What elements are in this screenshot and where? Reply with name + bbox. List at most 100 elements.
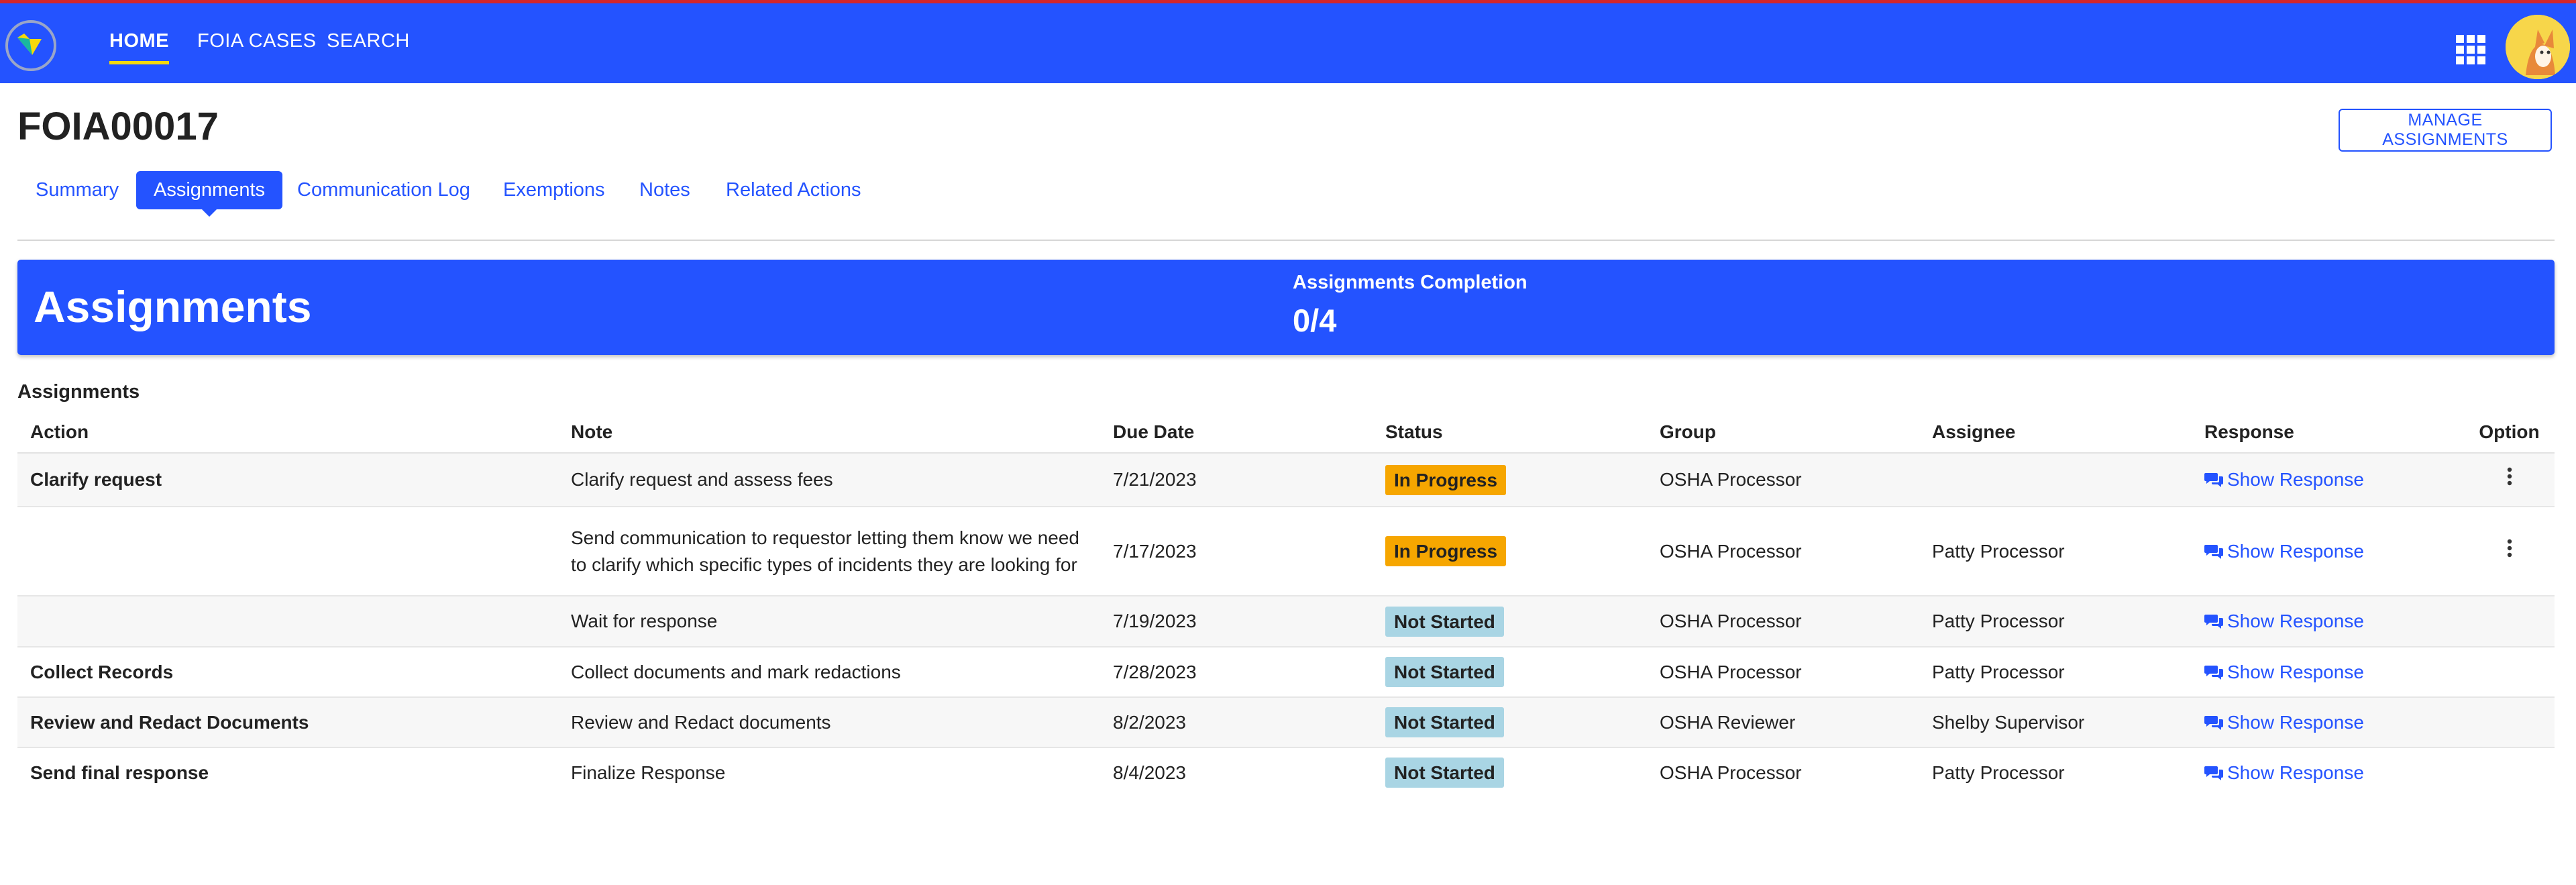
tabs-divider <box>17 240 2555 241</box>
comments-icon <box>2204 615 2223 629</box>
completion-label: Assignments Completion <box>1293 272 1527 293</box>
status-badge: Not Started <box>1385 657 1504 687</box>
tab-notes[interactable]: Notes <box>639 171 690 209</box>
app-logo-icon[interactable] <box>4 19 58 72</box>
show-response-link[interactable]: Show Response <box>2204 662 2364 682</box>
tab-assignments[interactable]: Assignments <box>136 171 283 217</box>
due-date-cell: 7/19/2023 <box>1100 596 1373 647</box>
show-response-label: Show Response <box>2227 540 2364 562</box>
completion-value: 0/4 <box>1293 303 1337 338</box>
tab-notes-label: Notes <box>639 179 690 201</box>
assignments-section-label: Assignments <box>17 381 140 403</box>
assignee-cell: Patty Processor <box>1919 596 2192 647</box>
note-cell: Finalize Response <box>571 762 726 783</box>
due-date-cell: 7/28/2023 <box>1100 647 1373 698</box>
note-cell: Wait for response <box>558 596 1100 647</box>
option-cell <box>2464 453 2555 507</box>
manage-assignments-button[interactable]: MANAGE ASSIGNMENTS <box>2339 109 2552 152</box>
table-row: Send final response Finalize Response 8/… <box>17 747 2555 797</box>
status-badge: Not Started <box>1385 707 1504 737</box>
nav-active-underline <box>109 61 169 64</box>
group-cell: OSHA Processor <box>1647 453 1919 507</box>
column-header: Due Date <box>1100 412 1373 454</box>
status-badge: Not Started <box>1385 606 1504 637</box>
tab-summary-label: Summary <box>36 179 119 201</box>
table-row: Send communication to requestor letting … <box>17 507 2555 596</box>
response-cell: Show Response <box>2192 596 2464 647</box>
action-cell: Review and Redact Documents <box>17 697 558 748</box>
table-row: Collect Records Collect documents and ma… <box>17 647 2555 698</box>
due-date-cell: 7/17/2023 <box>1100 507 1373 596</box>
show-response-link[interactable]: Show Response <box>2204 762 2364 783</box>
group-cell: OSHA Processor <box>1660 762 1802 783</box>
show-response-link[interactable]: Show Response <box>2204 611 2364 631</box>
status-cell: Not Started <box>1373 747 1647 797</box>
column-header: Action <box>17 412 558 454</box>
tab-exemptions[interactable]: Exemptions <box>503 171 605 209</box>
due-date-cell: 8/2/2023 <box>1100 697 1373 748</box>
tab-related-actions[interactable]: Related Actions <box>726 171 861 209</box>
option-cell <box>2464 596 2555 647</box>
nav-foia-cases-label: FOIA CASES <box>197 30 317 52</box>
table-header-row: Action Note Due Date Status Group Assign… <box>17 412 2555 454</box>
group-cell: OSHA Processor <box>1647 596 1919 647</box>
show-response-link[interactable]: Show Response <box>2204 712 2364 733</box>
comments-icon <box>2204 473 2223 487</box>
tab-summary[interactable]: Summary <box>36 171 119 209</box>
assignments-table: Action Note Due Date Status Group Assign… <box>17 412 2555 797</box>
column-header: Response <box>2192 412 2464 454</box>
action-cell: Clarify request <box>17 453 558 507</box>
table-row: Clarify request Clarify request and asse… <box>17 453 2555 507</box>
tab-communication-log[interactable]: Communication Log <box>297 171 470 209</box>
action-cell: Send final response <box>30 762 209 783</box>
due-date-cell: 7/21/2023 <box>1100 453 1373 507</box>
status-cell: Not Started <box>1373 647 1647 698</box>
nav-search[interactable]: SEARCH <box>327 30 410 52</box>
response-cell: Show Response <box>2192 747 2464 797</box>
show-response-label: Show Response <box>2227 762 2364 783</box>
nav-foia-cases[interactable]: FOIA CASES <box>197 30 316 52</box>
assignee-cell <box>1919 453 2192 507</box>
assignee-cell: Patty Processor <box>1932 762 2065 783</box>
note-cell: Review and Redact documents <box>558 697 1100 748</box>
show-response-label: Show Response <box>2227 661 2364 682</box>
show-response-link[interactable]: Show Response <box>2204 469 2364 490</box>
user-avatar[interactable] <box>2506 15 2570 79</box>
status-cell: Not Started <box>1373 596 1647 647</box>
active-tab-caret <box>202 209 217 217</box>
column-header: Note <box>558 412 1100 454</box>
show-response-label: Show Response <box>2227 611 2364 631</box>
action-cell <box>17 596 558 647</box>
status-cell: In Progress <box>1373 507 1647 596</box>
show-response-link[interactable]: Show Response <box>2204 541 2364 562</box>
kebab-menu-icon[interactable] <box>2500 466 2520 493</box>
app-grid-icon[interactable] <box>2456 35 2485 64</box>
group-cell: OSHA Processor <box>1647 647 1919 698</box>
action-cell <box>17 507 558 596</box>
page-title: FOIA00017 <box>17 105 219 148</box>
table-row: Review and Redact Documents Review and R… <box>17 697 2555 748</box>
column-header: Assignee <box>1919 412 2192 454</box>
assignee-cell: Patty Processor <box>1919 647 2192 698</box>
comments-icon <box>2204 766 2223 780</box>
comments-icon <box>2204 544 2223 559</box>
tab-related-actions-label: Related Actions <box>726 179 861 201</box>
nav-home[interactable]: HOME <box>109 30 169 64</box>
option-cell <box>2464 697 2555 748</box>
option-cell <box>2464 647 2555 698</box>
show-response-label: Show Response <box>2227 469 2364 490</box>
assignee-cell: Patty Processor <box>1919 507 2192 596</box>
status-cell: Not Started <box>1373 697 1647 748</box>
tab-communication-log-label: Communication Log <box>297 179 470 201</box>
action-cell: Collect Records <box>17 647 558 698</box>
nav-home-label: HOME <box>109 30 169 52</box>
response-cell: Show Response <box>2192 697 2464 748</box>
nav-search-label: SEARCH <box>327 30 410 52</box>
note-cell: Clarify request and assess fees <box>558 453 1100 507</box>
tab-exemptions-label: Exemptions <box>503 179 605 201</box>
group-cell: OSHA Reviewer <box>1647 697 1919 748</box>
note-cell: Collect documents and mark redactions <box>558 647 1100 698</box>
kebab-menu-icon[interactable] <box>2500 538 2520 565</box>
assignments-banner: Assignments Assignments Completion 0/4 <box>17 260 2555 355</box>
top-navbar: HOME FOIA CASES SEARCH <box>0 3 2576 83</box>
